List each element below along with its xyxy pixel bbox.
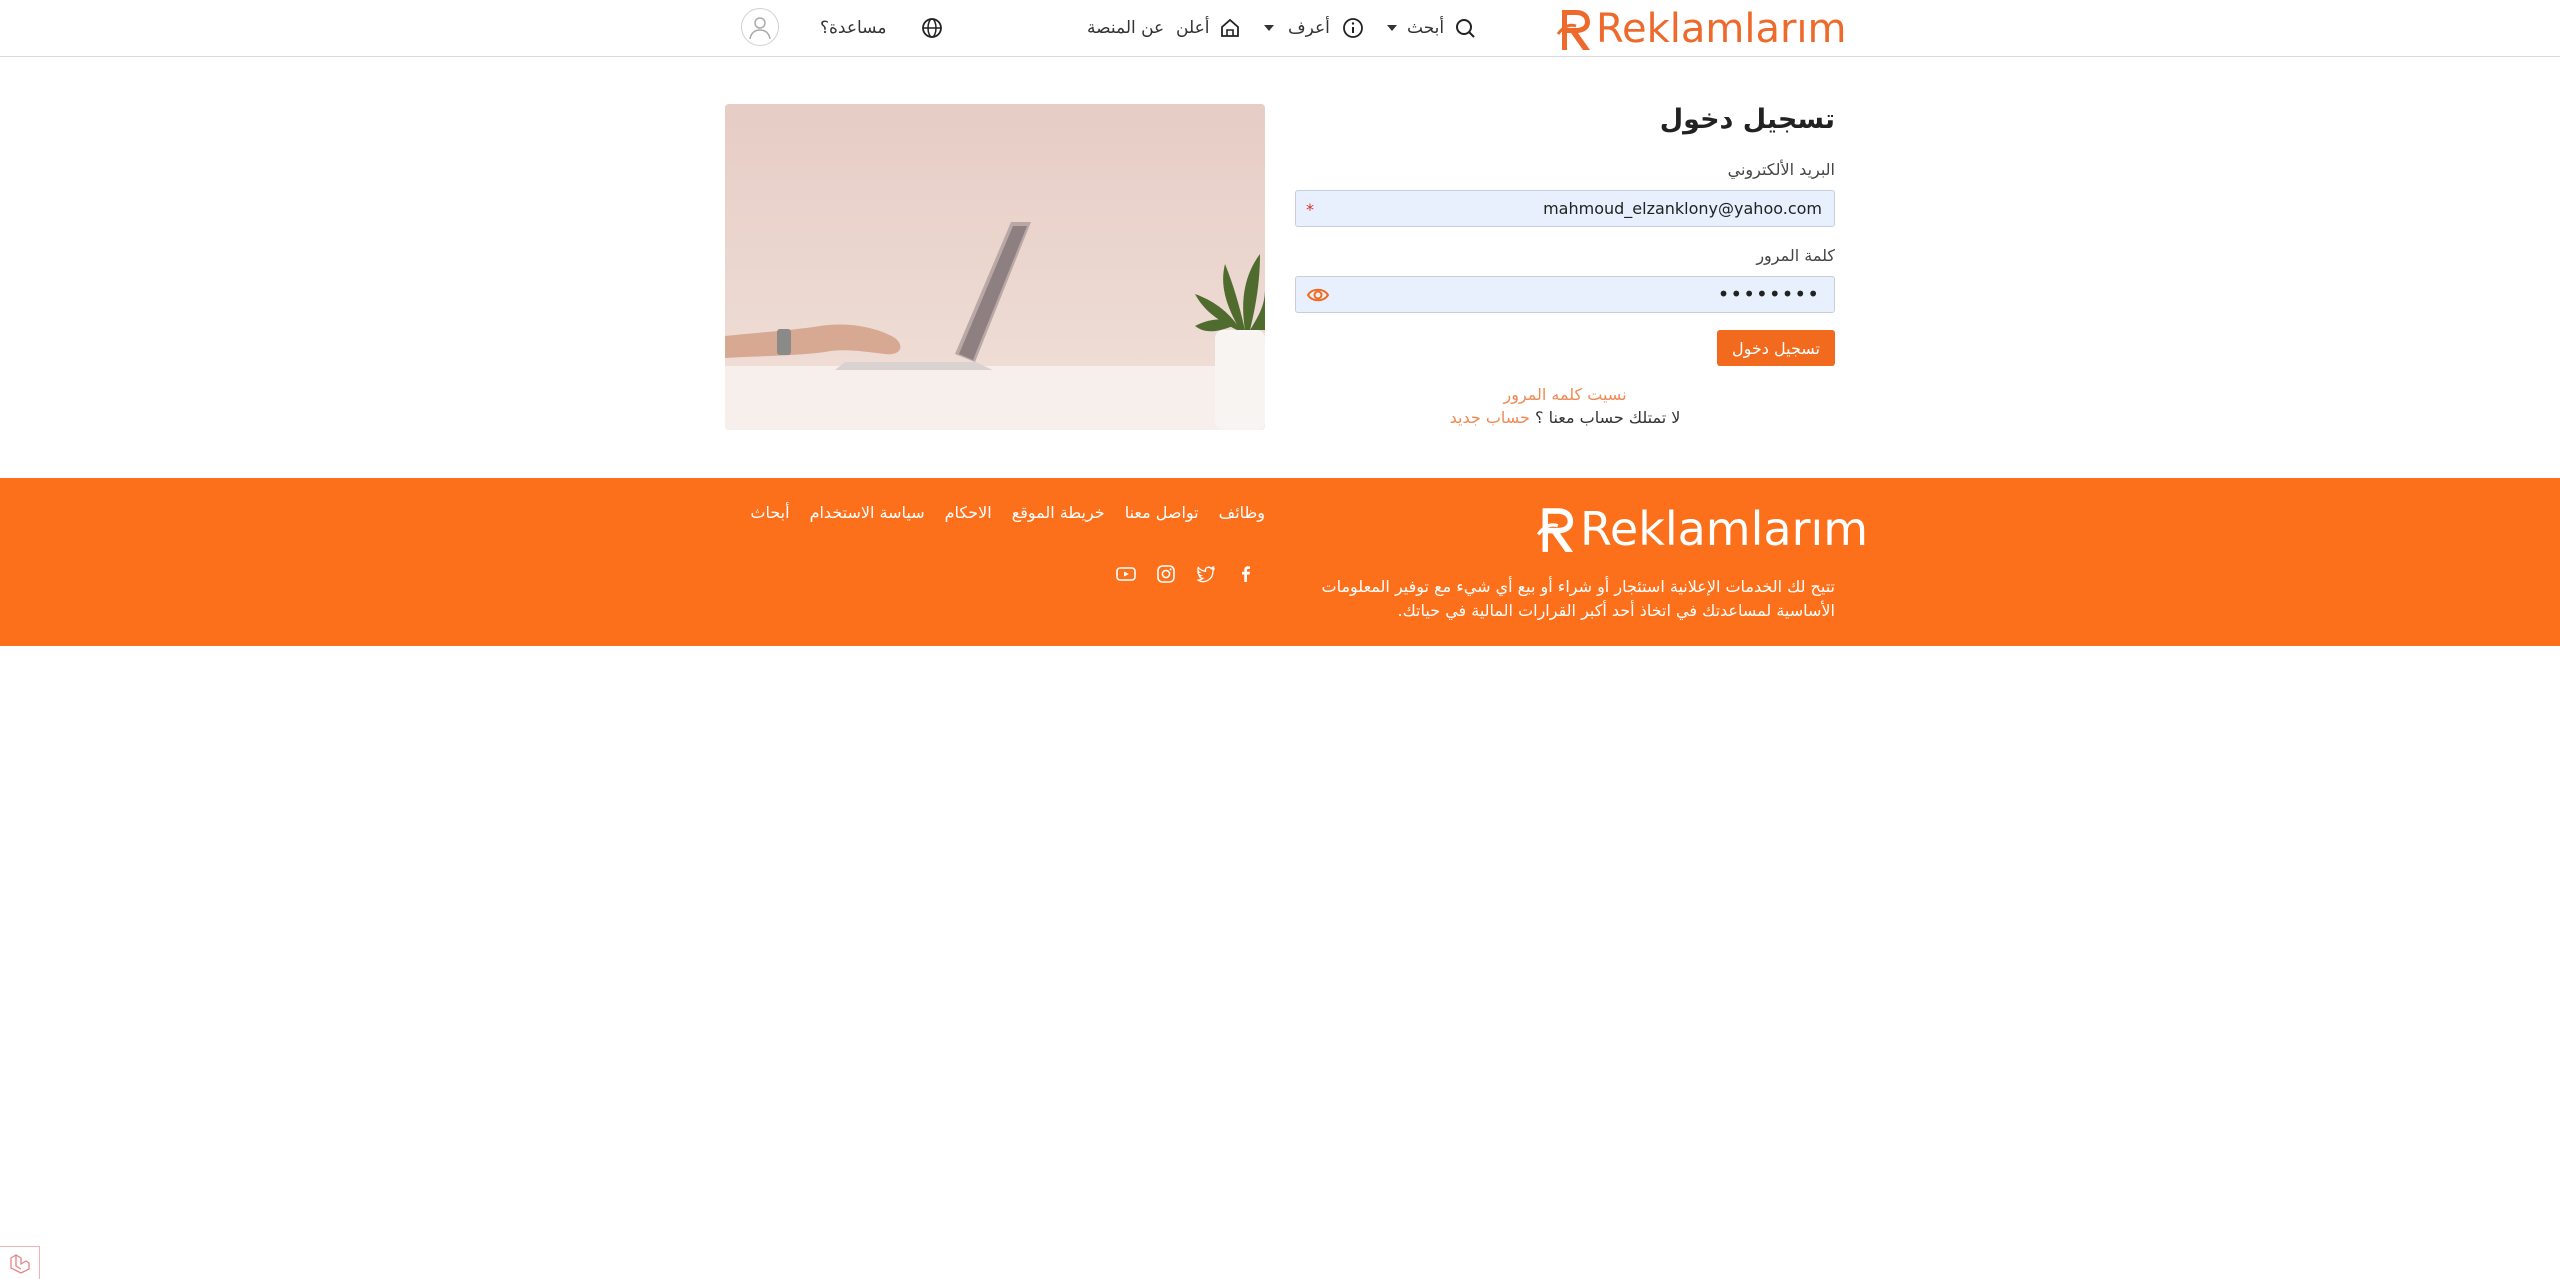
email-value: mahmoud_elzanklony@yahoo.com — [1543, 199, 1822, 218]
footer-link-jobs[interactable]: وظائف — [1219, 503, 1265, 522]
nav-learn[interactable]: أعرف — [1264, 14, 1364, 42]
logo-mark-icon — [1536, 508, 1574, 552]
email-field[interactable]: mahmoud_elzanklony@yahoo.com * — [1295, 190, 1835, 227]
site-logo[interactable]: Reklamlarım — [1556, 5, 1847, 53]
footer-logo[interactable]: Reklamlarım — [1536, 503, 1868, 555]
login-button[interactable]: تسجيل دخول — [1717, 330, 1835, 366]
footer-link-contact[interactable]: تواصل معنا — [1125, 503, 1199, 522]
nav-about[interactable]: عن المنصة — [1087, 14, 1164, 42]
required-mark: * — [1306, 200, 1314, 219]
footer-logo-text: Reklamlarım — [1580, 502, 1869, 556]
user-avatar[interactable] — [741, 8, 779, 46]
globe-icon — [922, 18, 942, 38]
nav-advertise[interactable]: أعلن — [1176, 14, 1241, 42]
chevron-down-icon — [1387, 25, 1397, 31]
top-header: Reklamlarım أبحث أعرف أعلن عن المنصة مسا… — [0, 0, 2560, 57]
youtube-icon[interactable] — [1116, 564, 1136, 584]
login-title: تسجيل دخول — [1659, 104, 1835, 135]
footer-link-terms[interactable]: الاحكام — [945, 503, 992, 522]
user-icon — [749, 17, 771, 40]
language-switcher[interactable] — [921, 14, 943, 42]
chevron-down-icon — [1264, 25, 1274, 31]
footer-link-research[interactable]: أبحاث — [750, 503, 789, 522]
laptop-photo — [725, 104, 1265, 430]
forgot-password-link[interactable]: نسيت كلمه المرور — [1295, 385, 1835, 404]
instagram-icon[interactable] — [1156, 564, 1176, 584]
home-icon — [1221, 18, 1240, 37]
password-label: كلمة المرور — [1756, 246, 1835, 265]
logo-text: Reklamlarım — [1596, 6, 1847, 52]
new-account-link[interactable]: حساب جديد — [1450, 408, 1530, 427]
info-icon — [1342, 18, 1363, 38]
footer-links: وظائف تواصل معنا خريطة الموقع الاحكام سي… — [725, 503, 1265, 522]
logo-mark-icon — [1556, 10, 1590, 50]
footer-link-sitemap[interactable]: خريطة الموقع — [1012, 503, 1105, 522]
no-account-text: لا تمتلك حساب معنا ؟ — [1535, 408, 1681, 427]
nav-search[interactable]: أبحث — [1387, 14, 1476, 42]
search-icon — [1456, 19, 1475, 38]
register-prompt: لا تمتلك حساب معنا ؟ حساب جديد — [1295, 408, 1835, 427]
nav-about-label: عن المنصة — [1087, 18, 1165, 38]
eye-icon[interactable] — [1306, 285, 1330, 305]
nav-learn-label: أعرف — [1288, 18, 1330, 38]
facebook-icon[interactable] — [1236, 564, 1256, 584]
nav-advertise-label: أعلن — [1176, 18, 1210, 38]
password-field[interactable]: •••••••• — [1295, 276, 1835, 313]
footer-social — [1116, 564, 1256, 584]
footer-link-usage-policy[interactable]: سياسة الاستخدام — [810, 503, 925, 522]
password-value: •••••••• — [1717, 282, 1820, 306]
hero-image — [725, 104, 1265, 430]
footer: Reklamlarım تتيح لك الخدمات الإعلانية اس… — [0, 478, 2560, 646]
nav-search-label: أبحث — [1407, 18, 1445, 38]
twitter-icon[interactable] — [1196, 564, 1216, 584]
laravel-icon — [10, 1254, 30, 1274]
debug-bar-toggle[interactable] — [0, 1246, 40, 1279]
footer-description: تتيح لك الخدمات الإعلانية استئجار أو شرا… — [1321, 577, 1835, 620]
email-label: البريد الألكتروني — [1727, 160, 1835, 179]
nav-help[interactable]: مساعدة؟ — [820, 14, 886, 42]
nav-help-label: مساعدة؟ — [820, 18, 887, 38]
